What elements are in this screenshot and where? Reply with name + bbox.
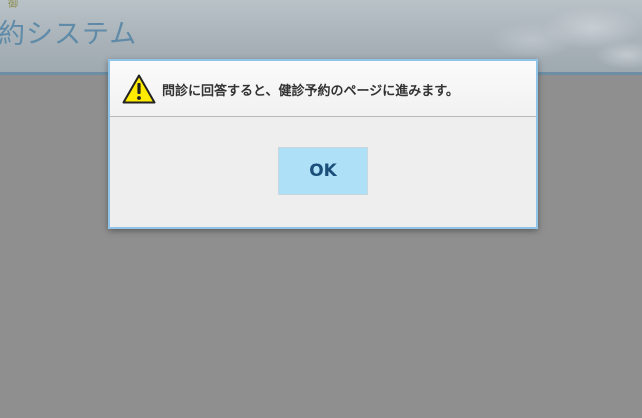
dialog-header: 問診に回答すると、健診予約のページに進みます。 [110, 61, 536, 117]
warning-icon [122, 74, 156, 104]
dialog-message: 問診に回答すると、健診予約のページに進みます。 [162, 84, 459, 99]
ok-button[interactable]: OK [278, 147, 368, 195]
confirm-dialog: 問診に回答すると、健診予約のページに進みます。 OK [108, 59, 538, 229]
